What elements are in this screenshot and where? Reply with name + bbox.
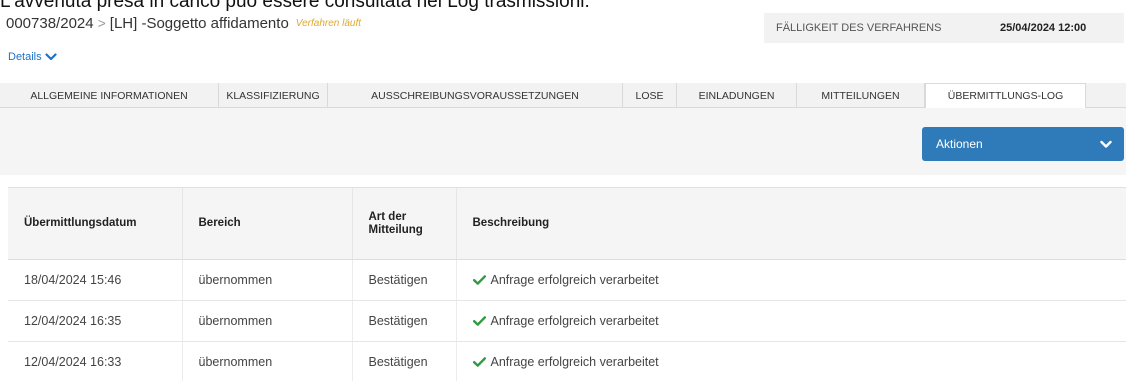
deadline-panel: FÄLLIGKEIT DES VERFAHRENS 25/04/2024 12:…	[764, 13, 1124, 43]
tab-mitteilungen[interactable]: MITTEILUNGEN	[797, 83, 925, 108]
cell-type: Bestätigen	[351, 300, 456, 342]
deadline-value: 25/04/2024 12:00	[1000, 22, 1087, 34]
actions-label: Aktionen	[936, 137, 983, 151]
details-toggle[interactable]: Details	[8, 51, 57, 63]
procedure-title: [LH] -Soggetto affidamento	[109, 14, 289, 32]
cell-description: Anfrage erfolgreich verarbeitet	[455, 341, 1126, 381]
cell-area: übernommen	[181, 341, 352, 381]
breadcrumb-separator: >	[97, 15, 106, 31]
description-text: Anfrage erfolgreich verarbeitet	[490, 273, 659, 287]
table-row: 12/04/2024 16:35 übernommen Bestätigen A…	[8, 300, 1126, 342]
toolbar: Aktionen	[0, 108, 1126, 175]
cell-area: übernommen	[181, 300, 352, 342]
caption-text: L'avvenuta presa in carico può essere co…	[0, 0, 590, 12]
details-label: Details	[8, 51, 42, 63]
cell-date: 18/04/2024 15:46	[8, 259, 182, 301]
tab-lose[interactable]: LOSE	[623, 83, 677, 108]
column-header-area[interactable]: Bereich	[181, 187, 352, 260]
cell-description: Anfrage erfolgreich verarbeitet	[455, 259, 1126, 301]
status-badge: Verfahren läuft	[295, 17, 362, 29]
cell-type: Bestätigen	[351, 259, 456, 301]
tab-einladungen[interactable]: EINLADUNGEN	[677, 83, 797, 108]
cell-area: übernommen	[181, 259, 352, 301]
column-header-date[interactable]: Übermittlungsdatum	[8, 187, 182, 260]
column-header-type[interactable]: Art der Mitteilung	[351, 187, 456, 260]
tab-klassifizierung[interactable]: KLASSIFIZIERUNG	[219, 83, 328, 108]
description-text: Anfrage erfolgreich verarbeitet	[490, 355, 659, 369]
check-icon	[472, 357, 486, 367]
transmission-log-table: Übermittlungsdatum Bereich Art der Mitte…	[8, 187, 1126, 381]
table-row: 12/04/2024 16:33 übernommen Bestätigen A…	[8, 341, 1126, 381]
chevron-down-icon	[1100, 140, 1112, 148]
procedure-id: 000738/2024	[6, 14, 94, 32]
column-header-description[interactable]: Beschreibung	[455, 187, 1126, 260]
tab-ausschreibungsvoraussetzungen[interactable]: AUSSCHREIBUNGSVORAUSSETZUNGEN	[328, 83, 623, 108]
tab-allgemeine-informationen[interactable]: ALLGEMEINE INFORMATIONEN	[0, 83, 219, 108]
cell-date: 12/04/2024 16:35	[8, 300, 182, 342]
table-header-row: Übermittlungsdatum Bereich Art der Mitte…	[8, 187, 1126, 260]
procedure-header: 000738/2024 > [LH] -Soggetto affidamento…	[6, 13, 361, 33]
actions-dropdown-button[interactable]: Aktionen	[922, 127, 1124, 161]
cell-type: Bestätigen	[351, 341, 456, 381]
description-text: Anfrage erfolgreich verarbeitet	[490, 314, 659, 328]
tab-bar: ALLGEMEINE INFORMATIONEN KLASSIFIZIERUNG…	[0, 83, 1126, 109]
cell-date: 12/04/2024 16:33	[8, 341, 182, 381]
table-row: 18/04/2024 15:46 übernommen Bestätigen A…	[8, 259, 1126, 301]
chevron-down-icon	[45, 53, 57, 61]
check-icon	[472, 275, 486, 285]
tab-uebermittlungs-log[interactable]: ÜBERMITTLUNGS-LOG	[925, 83, 1086, 109]
cell-description: Anfrage erfolgreich verarbeitet	[455, 300, 1126, 342]
deadline-label: FÄLLIGKEIT DES VERFAHRENS	[776, 22, 942, 34]
check-icon	[472, 316, 486, 326]
